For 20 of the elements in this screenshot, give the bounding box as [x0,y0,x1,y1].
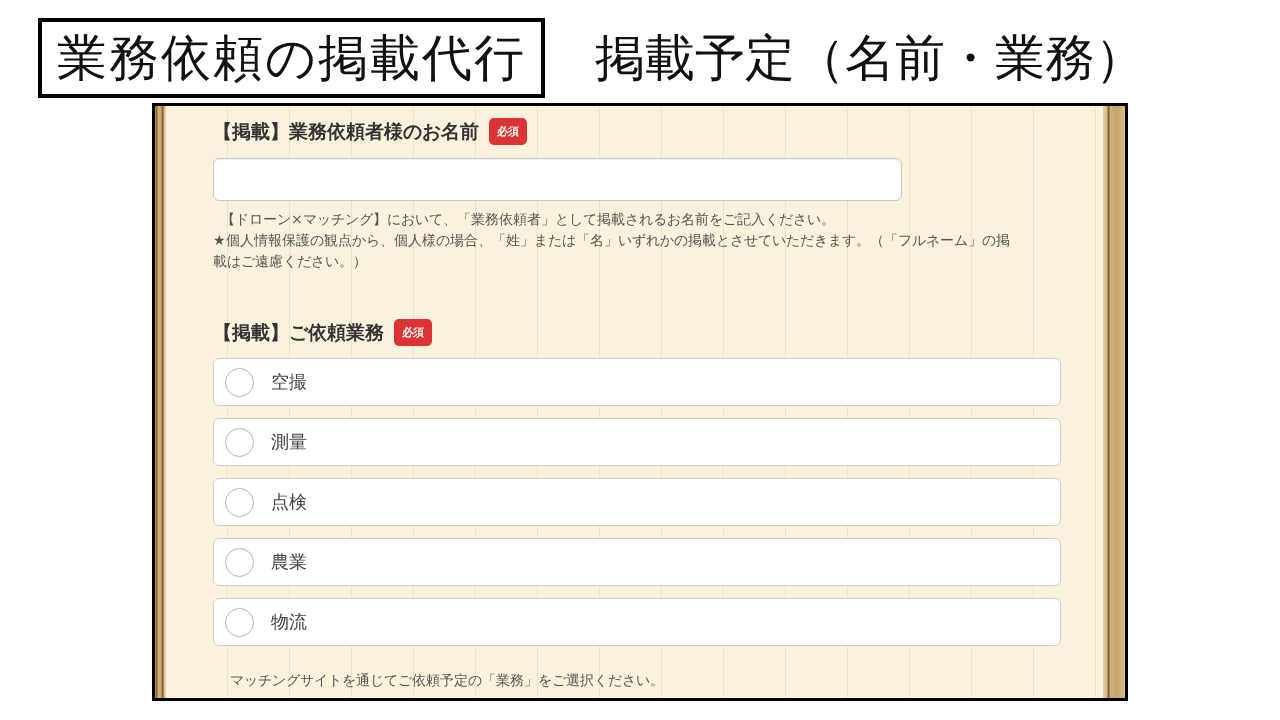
help-text: 【ドローン×マッチング】において、「業務依頼者」として掲載されるお名前をご記入ください。 [220,210,836,229]
slide-subtitle: 掲載予定（名前・業務） [595,27,1145,89]
radio-button[interactable] [225,547,254,577]
radio-option[interactable]: 空撮 [213,358,1061,406]
slide-title: 業務依頼の掲載代行 [38,18,545,98]
field-label: 【掲載】業務依頼者様のお名前 [213,118,479,144]
radio-option[interactable]: 点検 [213,478,1061,526]
radio-option[interactable]: 測量 [213,418,1061,466]
required-badge: 必須 [394,319,432,346]
required-badge: 必須 [489,118,527,145]
name-input[interactable] [213,158,902,201]
radio-button[interactable] [225,427,254,457]
radio-button[interactable] [225,487,254,517]
radio-button[interactable] [225,367,254,397]
radio-button[interactable] [225,607,254,637]
help-text: マッチングサイトを通じてご依頼予定の「業務」をご選択ください。 [230,671,665,690]
field-label: 【掲載】ご依頼業務 [213,319,384,345]
help-text: ★個人情報保護の観点から、個人様の場合、「姓」または「名」いずれかの掲載とさせていただきます。（「フルネーム」の掲載はご遠慮ください。） [213,231,1011,271]
radio-option[interactable]: 物流 [213,598,1061,646]
radio-option[interactable]: 農業 [213,538,1061,586]
